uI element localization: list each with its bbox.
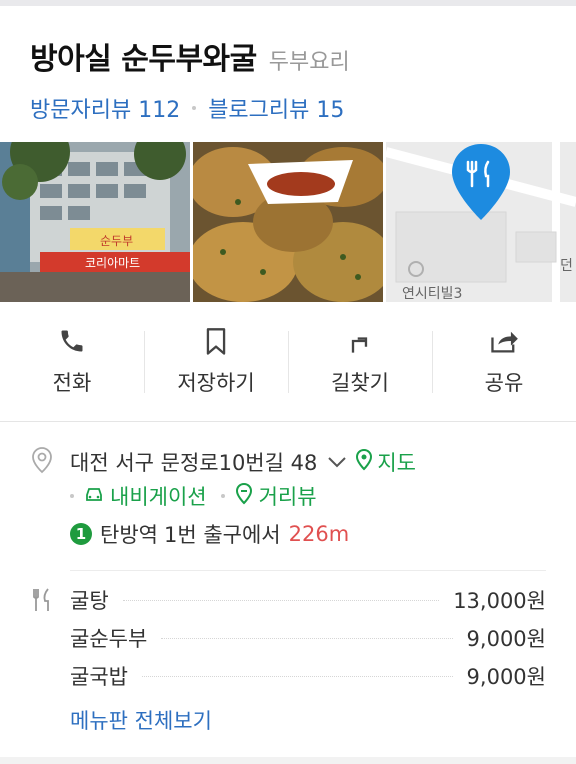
- photo-strip: 순두부 코리아마트 연시티빌3 던: [0, 142, 576, 302]
- location-pin-icon: [30, 446, 54, 479]
- menu-item-price: 13,000원: [453, 589, 546, 613]
- section-divider: [70, 570, 546, 571]
- menu-item-price: 9,000원: [466, 665, 546, 689]
- save-label: 저장하기: [177, 370, 255, 395]
- storefront-illustration: 순두부 코리아마트: [0, 142, 190, 302]
- title-row: 방아실 순두부와굴 두부요리: [30, 34, 546, 78]
- bookmark-icon: [202, 327, 230, 361]
- sign-text-2: 코리아마트: [85, 256, 140, 270]
- place-category: 두부요리: [268, 50, 350, 75]
- place-info: 대전 서구 문정로10번길 48 지도 내비게이션 거리뷰 1 탄방역 1번 출…: [0, 422, 576, 757]
- map-pin-small-icon: [355, 448, 373, 476]
- street-view-link[interactable]: 거리뷰: [259, 481, 317, 511]
- menu-item-name: 굴순두부: [70, 627, 148, 651]
- utensils-icon: [30, 587, 54, 617]
- map-link[interactable]: 지도: [377, 447, 416, 477]
- blog-reviews-link[interactable]: 블로그리뷰 15: [208, 92, 344, 124]
- separator-dot: [192, 106, 197, 110]
- place-name: 방아실 순두부와굴: [30, 42, 257, 77]
- menu-item-name: 굴탕: [70, 589, 109, 613]
- sign-text-1: 순두부: [100, 234, 133, 248]
- call-button[interactable]: 전화: [0, 327, 144, 397]
- station-name: 탄방역: [100, 523, 158, 547]
- menu-item-price: 9,000원: [466, 627, 546, 651]
- share-label: 공유: [484, 370, 524, 395]
- separator-dot: [220, 494, 225, 498]
- map-edge-label: 던: [560, 258, 573, 274]
- directions-icon: [346, 327, 374, 359]
- dotted-leader: [161, 637, 453, 639]
- address-text: 대전 서구 문정로10번길 48: [70, 451, 318, 475]
- chevron-down-icon[interactable]: [327, 450, 347, 474]
- menu-item: 굴순두부 9,000원: [30, 619, 546, 657]
- reviews-row: 방문자리뷰 112 블로그리뷰 15: [30, 92, 546, 124]
- place-header: 방아실 순두부와굴 두부요리 방문자리뷰 112 블로그리뷰 15: [0, 6, 576, 142]
- share-icon: [489, 327, 519, 359]
- storefront-photo[interactable]: 순두부 코리아마트: [0, 142, 190, 302]
- subway-line-badge: 1: [70, 523, 92, 545]
- call-label: 전화: [52, 370, 92, 395]
- phone-icon: [58, 327, 86, 359]
- save-button[interactable]: 저장하기: [144, 327, 288, 397]
- station-exit: 1번 출구에서: [163, 523, 281, 547]
- address-links-row: 내비게이션 거리뷰: [30, 478, 546, 514]
- visitor-reviews-link[interactable]: 방문자리뷰 112: [30, 92, 180, 124]
- menu-item: 굴국밥 9,000원: [30, 657, 546, 695]
- map-thumbnail[interactable]: 연시티빌3 던: [386, 142, 576, 302]
- map-illustration: 연시티빌3 던: [386, 142, 576, 302]
- food-photo[interactable]: [192, 142, 384, 302]
- subway-row: 1 탄방역 1번 출구에서 226m: [30, 514, 546, 554]
- station-distance: 226m: [288, 522, 350, 546]
- menu-section: 굴탕 13,000원 굴순두부 9,000원 굴국밥 9,000원 메뉴판 전체…: [30, 581, 546, 735]
- car-icon: [84, 484, 104, 508]
- share-button[interactable]: 공유: [432, 327, 576, 397]
- place-card: 방아실 순두부와굴 두부요리 방문자리뷰 112 블로그리뷰 15 순두부 코리…: [0, 6, 576, 757]
- directions-button[interactable]: 길찾기: [288, 327, 432, 397]
- separator-dot: [70, 494, 74, 498]
- menu-item-name: 굴국밥: [70, 665, 128, 689]
- view-full-menu-link[interactable]: 메뉴판 전체보기: [30, 705, 546, 735]
- action-bar: 전화 저장하기 길찾기 공유: [0, 302, 576, 422]
- food-illustration: [192, 142, 384, 302]
- map-building-label: 연시티빌3: [402, 286, 462, 302]
- navigation-link[interactable]: 내비게이션: [110, 481, 207, 511]
- street-view-icon: [235, 482, 253, 510]
- address-row: 대전 서구 문정로10번길 48 지도: [30, 446, 546, 478]
- dotted-leader: [141, 675, 453, 677]
- dotted-leader: [122, 599, 440, 601]
- directions-label: 길찾기: [331, 370, 389, 395]
- menu-item: 굴탕 13,000원: [30, 581, 546, 619]
